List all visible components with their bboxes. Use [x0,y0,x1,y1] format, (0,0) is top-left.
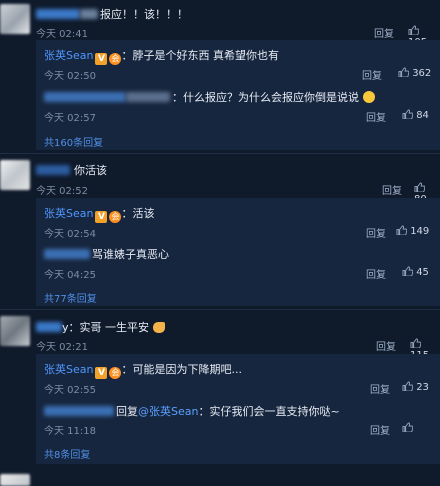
reply-time: 今天 02:55 [44,385,96,396]
reply-text: 可能是因为下降期吧... [132,363,242,376]
reply-button[interactable]: 回复 [366,109,386,124]
comment-time: 今天 02:41 [36,29,88,40]
username-blurred[interactable] [36,322,62,332]
reply-button[interactable]: 回复 [376,338,396,353]
verified-v-icon: V [95,211,108,223]
reply-time: 今天 02:54 [44,229,96,240]
thumbs-up-icon [408,25,419,35]
member-badge-icon: 会 [109,211,122,223]
smile-emoji-icon [362,91,375,103]
username-blurred[interactable] [36,165,70,175]
username-blurred[interactable] [44,92,126,102]
divider [0,309,440,310]
avatar[interactable] [0,316,30,346]
comment-text: 你活该 [74,164,107,177]
like-button[interactable]: 45 [402,266,429,278]
thumbs-up-icon [410,338,421,348]
username-blurred [80,9,98,19]
reply-text: 骂谁婊子真恶心 [92,248,169,261]
member-badge-icon: 会 [109,53,122,65]
reply-item: 张英Sean V 会：脖子是个好东西 真希望你也有 [44,47,279,65]
expand-replies-link[interactable]: 共77条回复 [44,290,97,305]
reply-item: 回复@张英Sean：实仔我们会一直支持你哒~ [116,403,340,419]
like-button[interactable]: 362 [398,67,431,79]
reply-username[interactable]: 张英Sean [44,49,93,62]
reply-time: 今天 11:18 [44,426,96,437]
reply-button[interactable]: 回复 [370,422,390,437]
username-blurred[interactable] [36,9,80,19]
comment-item-text: y：实哥 一生平安 [62,319,165,335]
reply-button[interactable]: 回复 [374,25,394,40]
reply-username[interactable]: 张英Sean [44,363,93,376]
expand-replies-link[interactable]: 共160条回复 [44,134,103,149]
reply-time: 今天 02:50 [44,71,96,82]
reply-list: 张英Sean V 会：活该 今天 02:54 回复 149 骂谁婊子真恶心 今天 0… [36,198,440,306]
reply-button[interactable]: 回复 [366,266,386,281]
reply-text: 活该 [132,207,155,220]
thumbs-up-icon [402,381,413,391]
comment-text: y：实哥 一生平安 [62,321,150,334]
thumbs-up-icon [402,109,413,119]
reply-username[interactable]: 张英Sean [44,207,93,220]
mention-link[interactable]: @张英Sean [138,405,198,418]
like-count: 45 [416,267,429,278]
thumbs-up-icon [402,422,413,432]
member-badge-icon: 会 [109,367,122,379]
verified-v-icon: V [95,367,108,379]
reply-time: 今天 02:57 [44,113,96,124]
divider [0,153,440,154]
reply-item: 张英Sean V 会：活该 [44,205,154,223]
reply-time: 今天 04:25 [44,270,96,281]
avatar[interactable] [0,4,30,34]
colon: ： [121,207,133,220]
colon: ： [121,49,133,62]
like-button[interactable]: 23 [402,381,429,393]
username-blurred[interactable] [44,406,114,416]
thumbs-up-icon [396,225,407,235]
comment-time: 今天 02:21 [36,342,88,353]
colon: ： [121,363,133,376]
like-button[interactable]: 149 [396,225,429,237]
reply-button[interactable]: 回复 [366,225,386,240]
reply-button[interactable]: 回复 [362,67,382,82]
avatar[interactable] [0,474,30,486]
username-blurred[interactable] [44,249,90,259]
thumbs-up-icon [402,266,413,276]
expand-replies-link[interactable]: 共8条回复 [44,446,90,461]
like-count: 362 [412,68,432,79]
reply-item: 张英Sean V 会：可能是因为下降期吧... [44,361,242,379]
reply-button[interactable]: 回复 [382,182,402,197]
reply-list: 张英Sean V 会：可能是因为下降期吧... 今天 02:55 回复 23 回复@… [36,354,440,464]
avatar[interactable] [0,160,30,190]
reply-text: ：实仔我们会一直支持你哒~ [198,405,340,418]
muscle-emoji-icon [152,322,165,333]
like-count: 149 [410,226,430,237]
like-count: 23 [416,382,429,393]
reply-text: ：什么报应？为什么会报应你倒是说说 [172,91,359,104]
thumbs-up-icon [414,182,425,192]
verified-v-icon: V [95,53,108,65]
reply-prefix: 回复 [116,405,138,418]
reply-button[interactable]: 回复 [370,381,390,396]
reply-text: 脖子是个好东西 真希望你也有 [132,49,279,62]
reply-list: 张英Sean V 会：脖子是个好东西 真希望你也有 今天 02:50 回复 362 … [36,40,440,150]
comment-time: 今天 02:52 [36,186,88,197]
comment-text: 报应！！该！！！ [100,8,188,21]
like-button[interactable] [402,422,413,434]
username-blurred [126,92,170,102]
thumbs-up-icon [398,67,409,77]
like-count: 84 [416,110,429,121]
reply-item: ：什么报应？为什么会报应你倒是说说 [172,89,375,105]
like-button[interactable]: 84 [402,109,429,121]
